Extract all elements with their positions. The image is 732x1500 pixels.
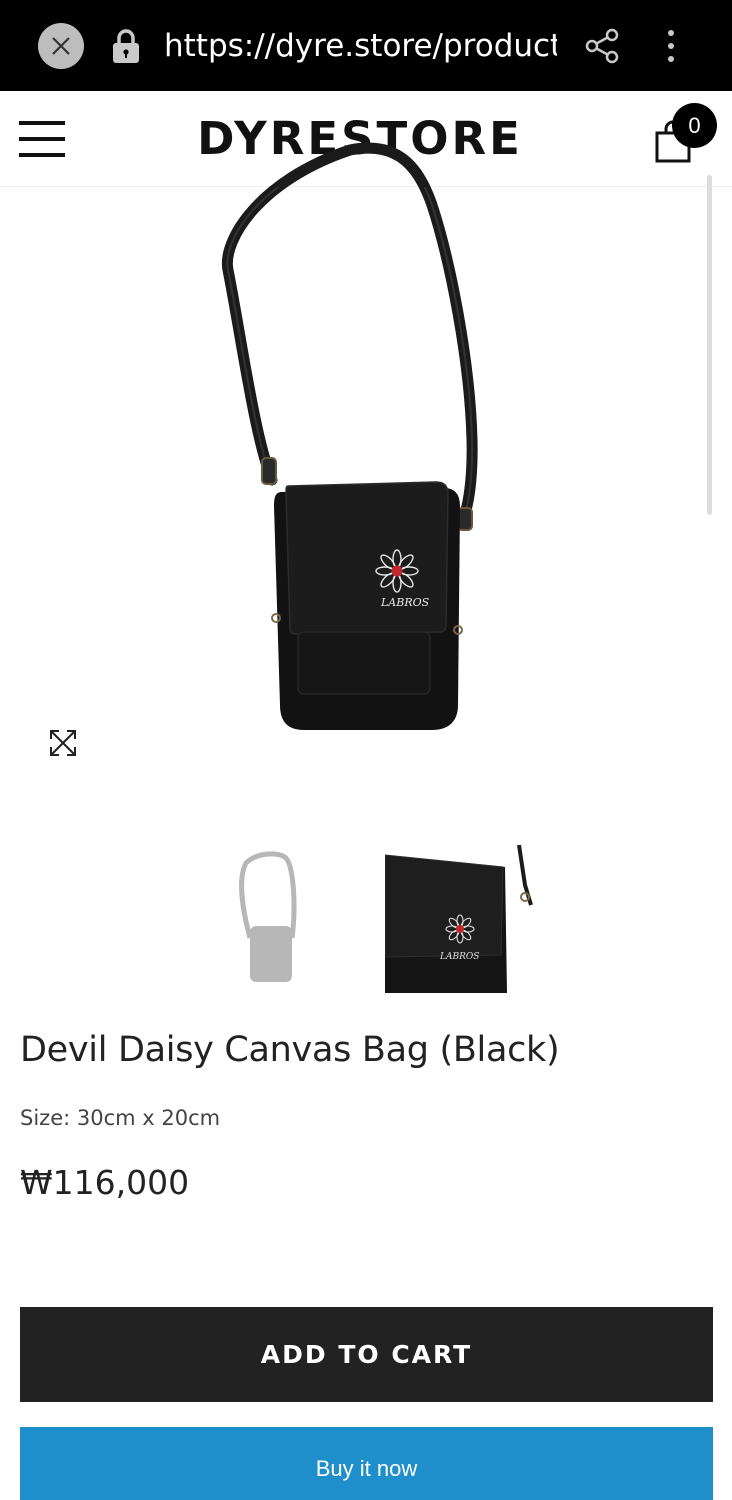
product-main-image[interactable]: LABROS (200, 140, 500, 740)
add-to-cart-button[interactable]: ADD TO CART (20, 1307, 713, 1402)
thumbnail-1[interactable] (228, 848, 312, 988)
close-icon (52, 37, 70, 55)
expand-icon[interactable] (48, 728, 78, 758)
thumbnail-brand-mark: LABROS (439, 952, 479, 962)
product-title: Devil Daisy Canvas Bag (Black) (20, 1030, 560, 1070)
cart-count-badge[interactable]: 0 (672, 103, 717, 148)
buy-it-now-button[interactable]: Buy it now (20, 1427, 713, 1500)
browser-toolbar: https://dyre.store/products/devil-daisy-… (0, 0, 732, 91)
site-logo[interactable]: DYRESTORE (190, 109, 530, 169)
url-field[interactable]: https://dyre.store/products/devil-daisy-… (164, 26, 557, 66)
lock-icon (113, 29, 139, 63)
scrollbar[interactable] (707, 175, 712, 515)
labros-brand-mark: LABROS (380, 596, 430, 609)
product-price: ₩116,000 (20, 1163, 190, 1202)
share-icon[interactable] (584, 28, 620, 64)
thumbnail-2[interactable]: LABROS (385, 845, 535, 993)
product-size: Size: 30cm x 20cm (20, 1106, 221, 1130)
hamburger-menu-icon[interactable] (19, 121, 67, 157)
site-header: DYRESTORE (0, 91, 732, 187)
close-tab-button[interactable] (38, 23, 84, 69)
more-vert-icon[interactable] (660, 28, 682, 64)
